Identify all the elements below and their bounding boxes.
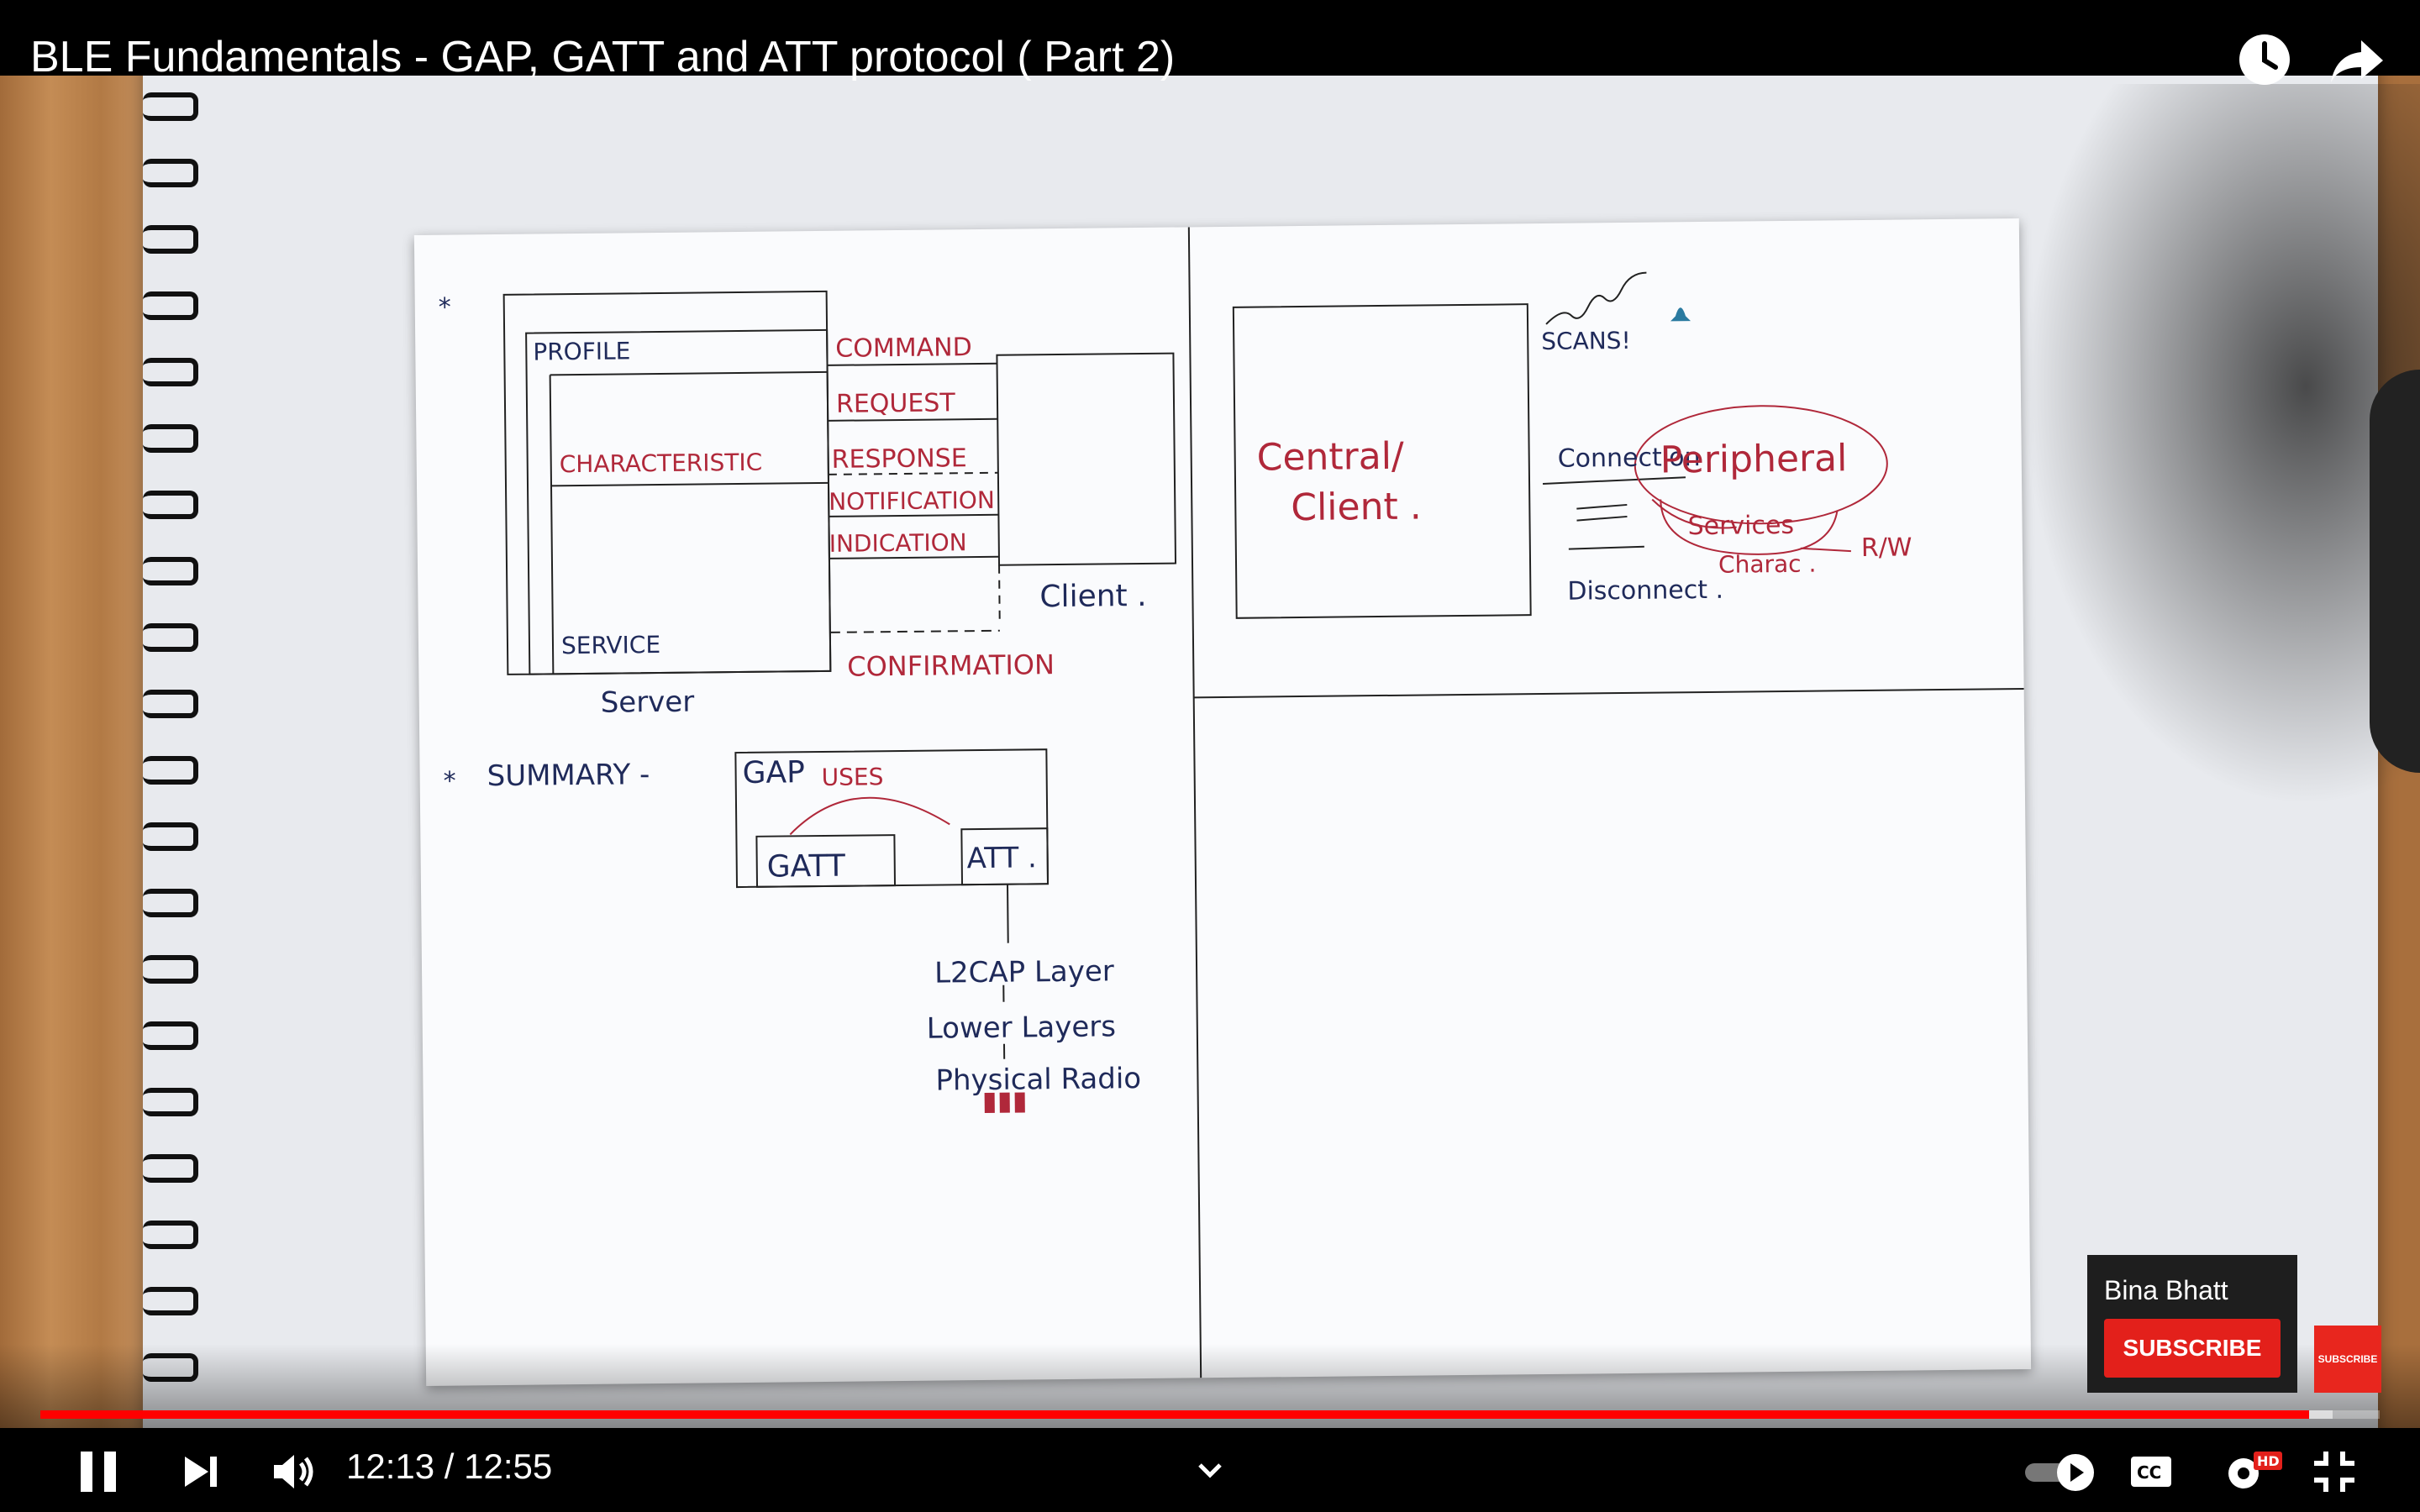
subscribe-watermark[interactable]: SUBSCRIBE	[2314, 1326, 2381, 1393]
label-scans: SCANS!	[1541, 327, 1631, 355]
subscribe-button[interactable]: SUBSCRIBE	[2104, 1319, 2281, 1378]
video-player[interactable]: * PROFILE CHARACTERISTIC SERVICE Server …	[0, 0, 2420, 1512]
label-charac: Charac .	[1718, 550, 1817, 579]
spiral-ring	[143, 1088, 198, 1116]
whiteboard-drawing: * PROFILE CHARACTERISTIC SERVICE Server …	[439, 227, 2024, 1378]
label-characteristic: CHARACTERISTIC	[560, 449, 763, 479]
label-lower-layers: Lower Layers	[927, 1010, 1117, 1045]
label-central-client: Client .	[1291, 486, 1422, 530]
spiral-ring	[143, 557, 198, 585]
spiral-ring	[143, 424, 198, 453]
hand	[2370, 370, 2420, 773]
volume-icon[interactable]	[267, 1446, 318, 1497]
label-profile: PROFILE	[533, 337, 630, 365]
share-icon[interactable]	[2328, 30, 2386, 89]
spiral-ring	[143, 1287, 198, 1315]
channel-card[interactable]: Bina Bhatt SUBSCRIBE	[2087, 1255, 2297, 1393]
spiral-ring	[143, 225, 198, 254]
paper-sheet: * PROFILE CHARACTERISTIC SERVICE Server …	[413, 218, 2032, 1386]
autoplay-toggle[interactable]	[2022, 1446, 2097, 1497]
svg-text:CC: CC	[2137, 1462, 2161, 1483]
spiral-ring	[143, 955, 198, 984]
label-indication: INDICATION	[829, 528, 967, 558]
label-gatt: GATT	[767, 849, 847, 885]
label-physical-radio: Physical Radio	[935, 1062, 1141, 1098]
label-response: RESPONSE	[832, 444, 967, 475]
label-central: Central/	[1256, 435, 1404, 480]
spiral-ring	[143, 159, 198, 187]
label-services: Services	[1687, 511, 1794, 541]
label-att: ATT .	[966, 841, 1037, 875]
spiral-ring	[143, 491, 198, 519]
spiral-ring	[143, 690, 198, 718]
next-icon[interactable]	[175, 1446, 225, 1497]
hd-badge: HD	[2257, 1453, 2280, 1469]
label-command: COMMAND	[835, 333, 972, 364]
spiral-ring	[143, 623, 198, 652]
video-title[interactable]: BLE Fundamentals - GAP, GATT and ATT pro…	[30, 30, 1175, 84]
spiral-binding	[126, 92, 202, 1436]
progress-bar[interactable]	[40, 1410, 2380, 1419]
label-request: REQUEST	[836, 388, 956, 418]
label-gap: GAP	[742, 755, 805, 790]
chevron-down-icon[interactable]	[1185, 1446, 1235, 1497]
spiral-ring	[143, 1154, 198, 1183]
label-server: Server	[601, 685, 695, 720]
label-disconnect: Disconnect .	[1567, 575, 1723, 606]
spiral-ring	[143, 291, 198, 320]
exit-fullscreen-icon[interactable]	[2309, 1446, 2360, 1497]
time-display: 12:13 / 12:55	[346, 1446, 553, 1486]
captions-icon[interactable]: CC	[2126, 1446, 2176, 1497]
hand-shadow	[2000, 84, 2420, 840]
label-client: Client .	[1039, 579, 1147, 614]
spiral-ring	[143, 1221, 198, 1249]
star-2: *	[444, 767, 456, 796]
label-peripheral: Peripheral	[1660, 437, 1847, 481]
pause-icon[interactable]	[74, 1446, 124, 1497]
title-bar: BLE Fundamentals - GAP, GATT and ATT pro…	[0, 0, 2420, 85]
spiral-ring	[143, 358, 198, 386]
played-bar	[40, 1410, 2310, 1419]
label-summary: SUMMARY -	[487, 758, 650, 793]
label-confirmation: CONFIRMATION	[847, 648, 1055, 683]
label-service: SERVICE	[561, 631, 660, 659]
star-1: *	[439, 293, 451, 323]
label-l2cap: L2CAP Layer	[934, 954, 1114, 990]
spiral-ring	[143, 1021, 198, 1050]
label-uses: USES	[821, 763, 883, 791]
label-rw: R/W	[1861, 533, 1912, 563]
spiral-ring	[143, 756, 198, 785]
watch-later-icon[interactable]	[2235, 30, 2294, 89]
spiral-ring	[143, 822, 198, 851]
channel-name[interactable]: Bina Bhatt	[2104, 1275, 2228, 1306]
settings-icon[interactable]: HD	[2218, 1446, 2286, 1497]
spiral-ring	[143, 92, 198, 121]
spiral-ring	[143, 889, 198, 917]
label-notification: NOTIFICATION	[829, 486, 995, 516]
